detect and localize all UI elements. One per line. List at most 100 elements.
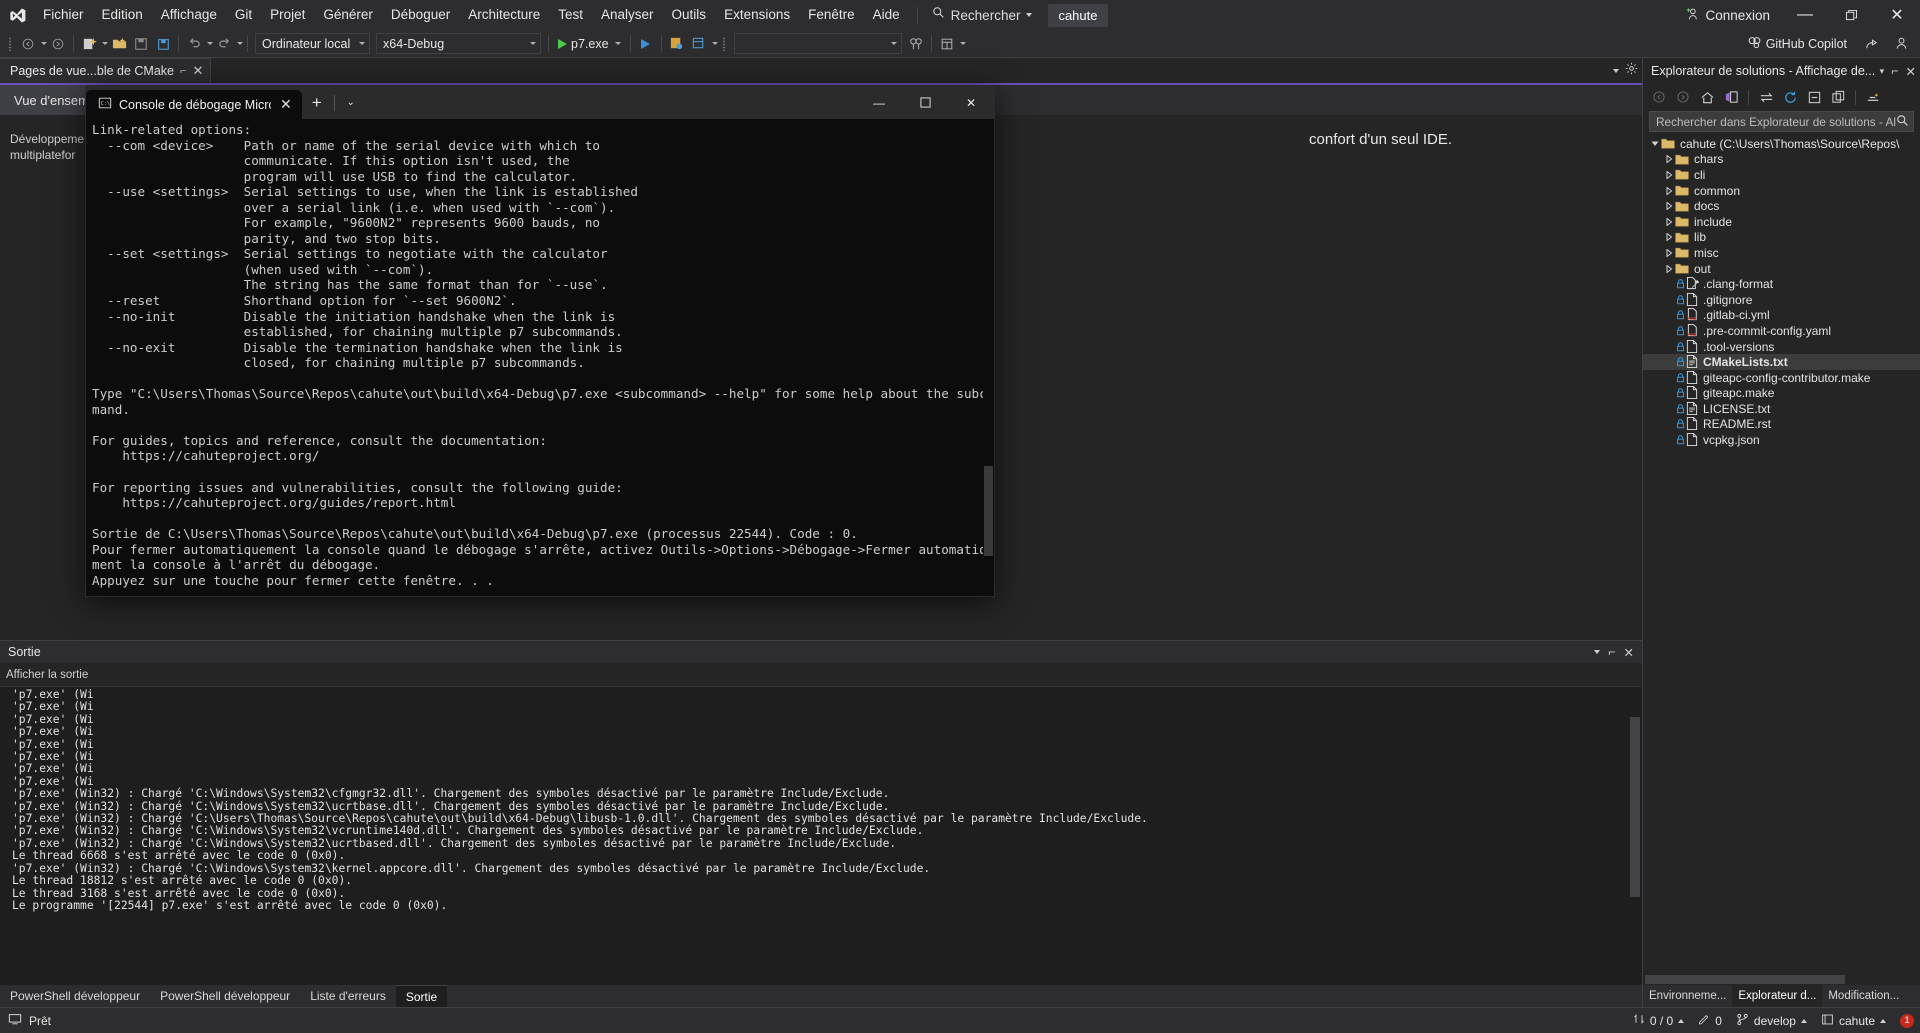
console-new-tab-button[interactable]: + [302, 86, 332, 119]
status-errors-item[interactable]: 0 [1698, 1013, 1722, 1028]
minimize-button[interactable]: — [1782, 0, 1828, 30]
se-back-icon[interactable] [1649, 87, 1669, 107]
solution-name-chip[interactable]: cahute [1048, 4, 1107, 27]
feedback-user-icon[interactable] [1890, 33, 1912, 55]
new-project-icon[interactable] [78, 33, 100, 55]
solution-explorer-search[interactable]: Rechercher dans Explorateur de solutions… [1649, 111, 1914, 132]
layout-dropdown-icon[interactable] [960, 42, 966, 45]
solution-explorer-tree[interactable]: cahute (C:\Users\Thomas\Source\Repos\cha… [1643, 136, 1920, 974]
output-pin-icon[interactable]: ⌐ [1608, 645, 1615, 659]
tree-item[interactable]: giteapc-config-contributor.make [1643, 370, 1920, 386]
tree-item[interactable]: YML.gitlab-ci.yml [1643, 308, 1920, 324]
tree-item[interactable]: CMakeLists.txt [1643, 354, 1920, 370]
output-scroll-thumb[interactable] [1630, 717, 1640, 897]
chevron-right-icon[interactable] [1663, 233, 1675, 241]
chevron-right-icon[interactable] [1663, 187, 1675, 195]
tree-item[interactable]: common [1643, 183, 1920, 199]
tab-cmake-overview[interactable]: Pages de vue...ble de CMake ⌐ ✕ [0, 58, 211, 83]
save-icon[interactable] [130, 33, 152, 55]
tree-item[interactable]: misc [1643, 245, 1920, 261]
status-sync-item[interactable]: 0 / 0 [1633, 1013, 1684, 1028]
target-system-combo[interactable]: Ordinateur local [255, 33, 370, 54]
toolbar-grip-2[interactable] [720, 35, 729, 53]
tab-sortie[interactable]: Sortie [396, 985, 447, 1007]
menu-aide[interactable]: Aide [864, 0, 909, 30]
status-repo-item[interactable]: cahute [1821, 1013, 1886, 1029]
tree-item[interactable]: cli [1643, 167, 1920, 183]
menu-generer[interactable]: Générer [314, 0, 382, 30]
tree-item[interactable]: out [1643, 261, 1920, 277]
tree-item[interactable]: giteapc.make [1643, 386, 1920, 402]
save-all-icon[interactable] [152, 33, 174, 55]
console-scrollbar[interactable] [983, 119, 994, 596]
tree-item[interactable]: YML.pre-commit-config.yaml [1643, 323, 1920, 339]
tree-item[interactable]: vcpkg.json [1643, 432, 1920, 448]
tree-item[interactable]: cahute (C:\Users\Thomas\Source\Repos\ [1643, 136, 1920, 152]
pin-icon[interactable]: ⌐ [180, 65, 186, 77]
tab-liste-derreurs[interactable]: Liste d'erreurs [300, 985, 396, 1007]
output-filter-label[interactable]: Afficher la sortie [6, 669, 88, 681]
tree-item[interactable]: chars [1643, 152, 1920, 168]
menu-extensions[interactable]: Extensions [715, 0, 799, 30]
tab-environnement[interactable]: Environneme... [1643, 985, 1732, 1007]
github-copilot-button[interactable]: GitHub Copilot [1742, 33, 1852, 55]
chevron-right-icon[interactable] [1663, 171, 1675, 179]
se-forward-icon[interactable] [1673, 87, 1693, 107]
se-refresh-icon[interactable] [1780, 87, 1800, 107]
menu-test[interactable]: Test [549, 0, 592, 30]
redo-dropdown-icon[interactable] [237, 42, 243, 45]
chevron-right-icon[interactable] [1663, 218, 1675, 226]
find-in-files-icon[interactable] [905, 33, 927, 55]
menu-git[interactable]: Git [226, 0, 261, 30]
menu-projet[interactable]: Projet [261, 0, 314, 30]
connexion-button[interactable]: Connexion [1673, 0, 1782, 30]
menu-affichage[interactable]: Affichage [152, 0, 226, 30]
debug-console-window[interactable]: C:\ Console de débogage Micros ✕ + ⌄ — ✕… [85, 85, 995, 597]
hot-reload-icon[interactable] [666, 33, 688, 55]
tree-item[interactable]: include [1643, 214, 1920, 230]
output-scrollbar[interactable] [1628, 687, 1642, 985]
global-search-box[interactable]: Rechercher [926, 3, 1039, 27]
status-branch-item[interactable]: develop [1736, 1013, 1807, 1029]
tree-item[interactable]: lib [1643, 230, 1920, 246]
build-dropdown-icon[interactable] [712, 42, 718, 45]
menu-fichier[interactable]: Fichier [34, 0, 93, 30]
tab-list-chevron-icon[interactable] [1613, 69, 1619, 73]
tree-item[interactable]: docs [1643, 198, 1920, 214]
menu-architecture[interactable]: Architecture [459, 0, 549, 30]
output-close-icon[interactable]: ✕ [1624, 645, 1634, 660]
console-tab-dropdown-icon[interactable]: ⌄ [337, 86, 365, 119]
menu-edition[interactable]: Edition [93, 0, 152, 30]
build-solution-icon[interactable] [688, 33, 710, 55]
tree-item[interactable]: .clang-format [1643, 276, 1920, 292]
se-chevron-icon[interactable]: ▾ [1880, 66, 1885, 77]
tab-powershell-developpeur-1[interactable]: PowerShell développeur [0, 985, 150, 1007]
se-properties-icon[interactable] [1863, 87, 1883, 107]
close-tab-icon[interactable]: ✕ [192, 63, 203, 79]
se-pin-icon[interactable]: ⌐ [1891, 64, 1898, 78]
se-home-icon[interactable] [1697, 87, 1717, 107]
menu-fenetre[interactable]: Fenêtre [799, 0, 864, 30]
redo-icon[interactable] [213, 33, 235, 55]
navigate-forward-icon[interactable] [47, 33, 69, 55]
tab-settings-gear-icon[interactable] [1625, 62, 1638, 80]
tree-item[interactable]: .gitignore [1643, 292, 1920, 308]
output-body[interactable]: 'p7.exe' (Wi 'p7.exe' (Wi 'p7.exe' (Wi '… [0, 687, 1642, 985]
status-notifications-item[interactable]: 1 [1900, 1014, 1914, 1028]
start-without-debugging-icon[interactable] [635, 33, 657, 55]
chevron-right-icon[interactable] [1663, 202, 1675, 210]
tree-item[interactable]: .tool-versions [1643, 339, 1920, 355]
se-hscroll-thumb[interactable] [1645, 975, 1845, 984]
start-debug-button[interactable]: p7.exe [553, 33, 626, 55]
output-chevron-icon[interactable] [1594, 650, 1600, 654]
close-button[interactable]: ✕ [1874, 0, 1920, 30]
open-file-icon[interactable] [108, 33, 130, 55]
chevron-right-icon[interactable] [1663, 155, 1675, 163]
menu-deboguer[interactable]: Déboguer [382, 0, 459, 30]
layout-window-icon[interactable] [936, 33, 958, 55]
tree-item[interactable]: LICENSE.txt [1643, 401, 1920, 417]
tab-explorateur[interactable]: Explorateur d... [1732, 985, 1822, 1007]
build-configuration-combo[interactable]: x64-Debug [376, 33, 541, 54]
tab-powershell-developpeur-2[interactable]: PowerShell développeur [150, 985, 300, 1007]
console-minimize-button[interactable]: — [856, 86, 902, 119]
